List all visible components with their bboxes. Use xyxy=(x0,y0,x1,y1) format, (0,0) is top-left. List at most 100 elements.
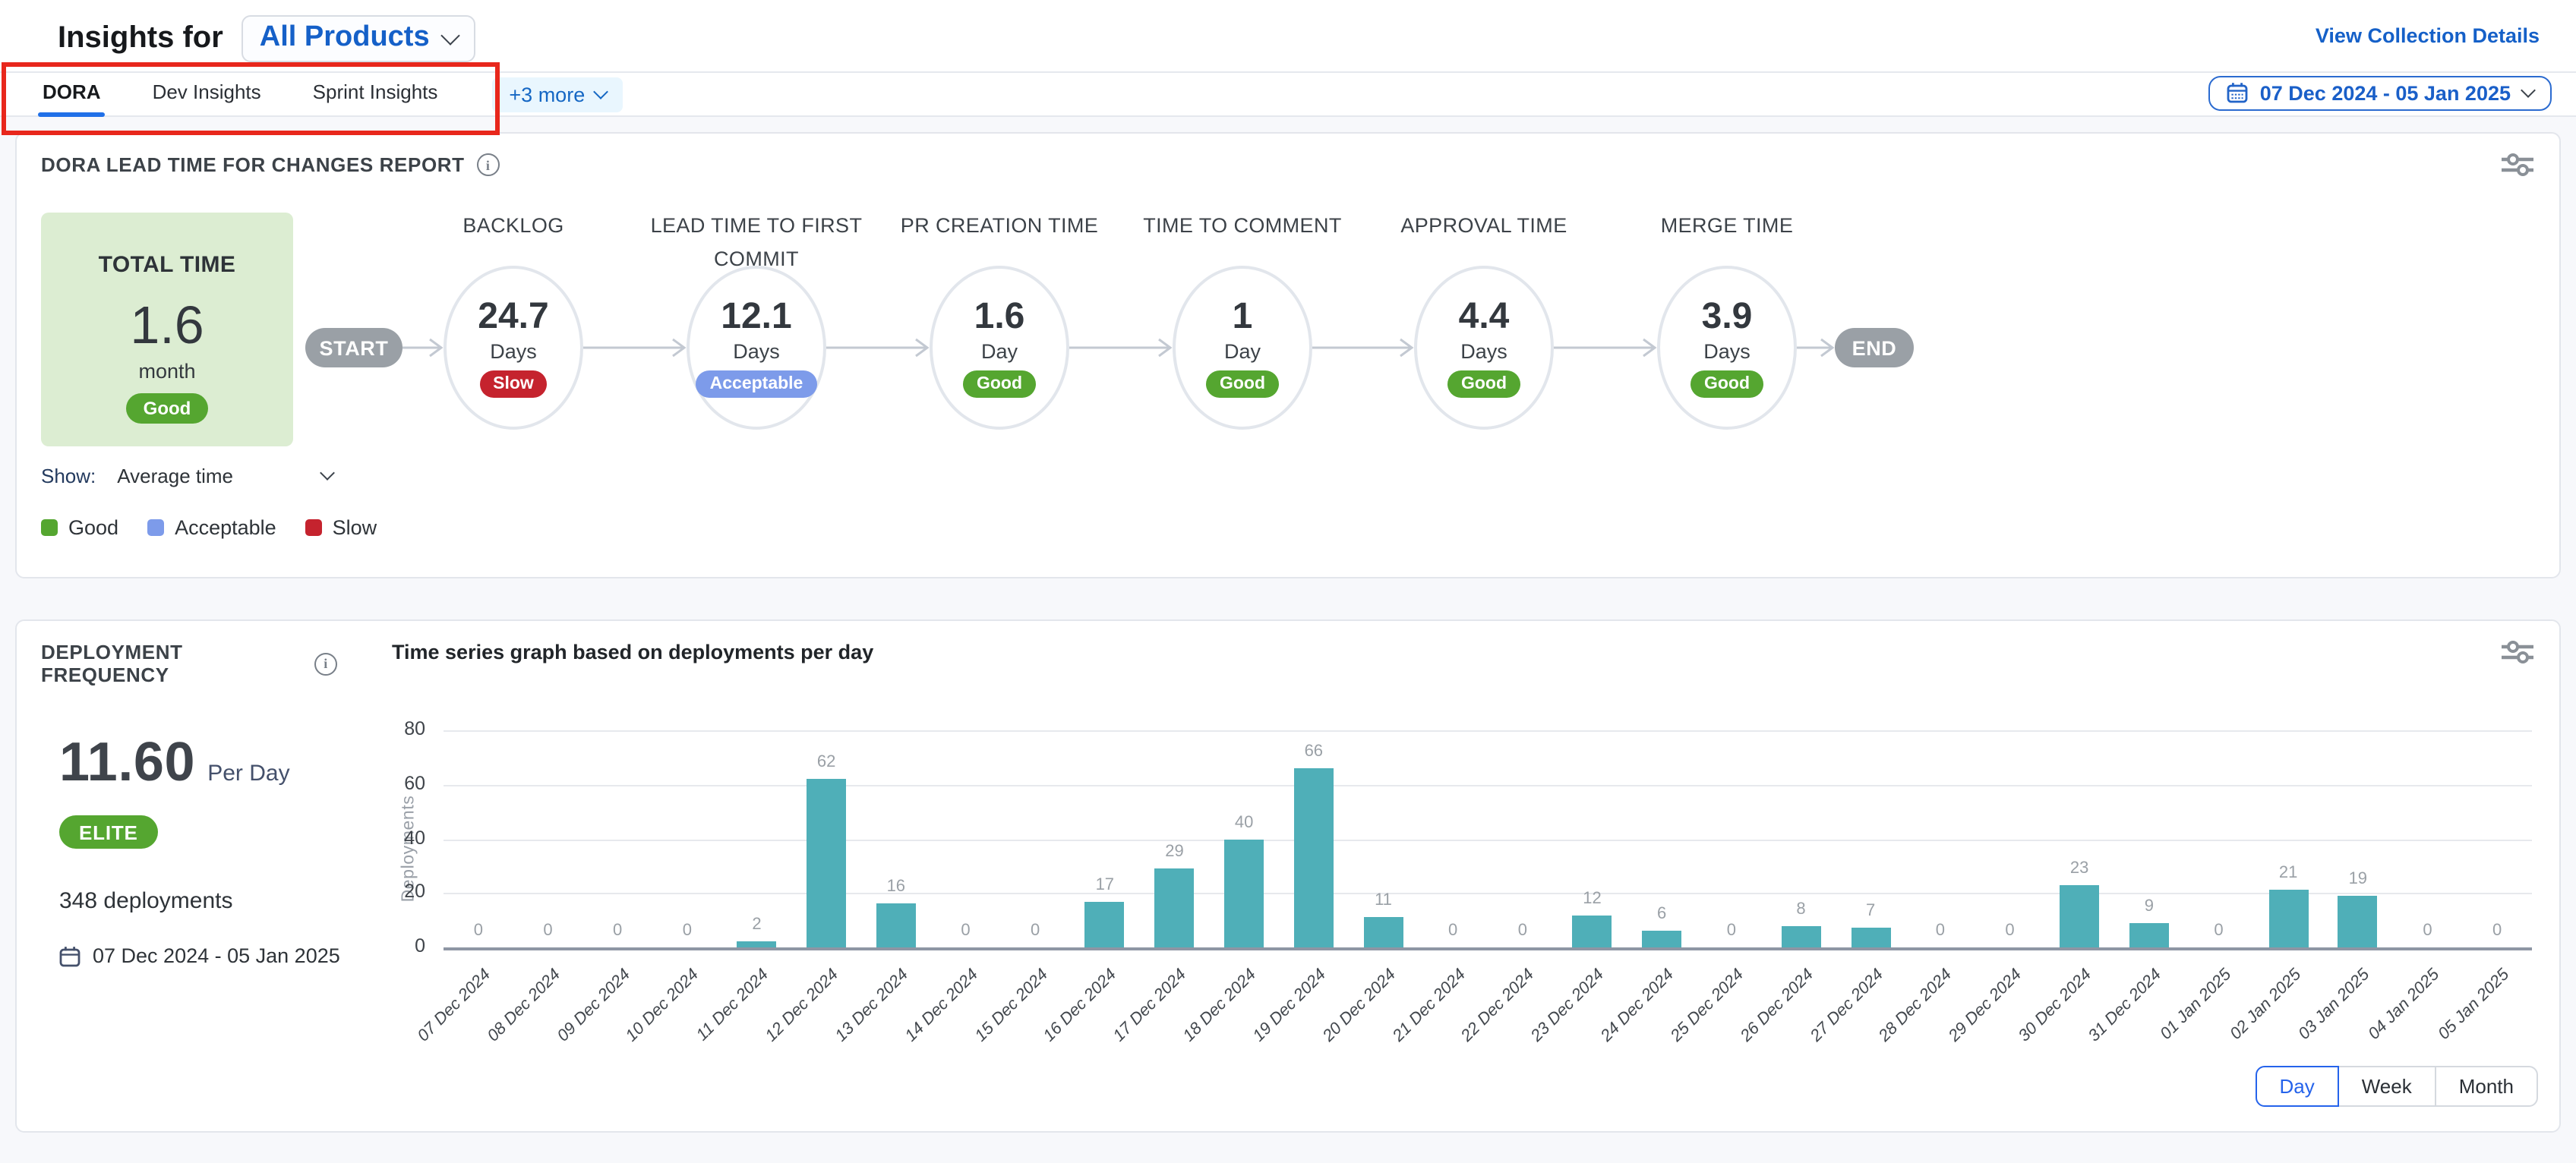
stage-value: 12.1 xyxy=(721,298,791,338)
bar-value-label: 66 xyxy=(1280,742,1347,761)
stage-unit: Days xyxy=(490,339,537,362)
bar-value-label: 2 xyxy=(724,916,791,934)
stage-circle-lead-time-to-first-commit[interactable]: 12.1DaysAcceptable xyxy=(687,266,826,430)
stage-circle-approval-time[interactable]: 4.4DaysGood xyxy=(1414,266,1554,430)
deployment-count: 348 deployments xyxy=(59,888,363,914)
stage-status-badge: Good xyxy=(1206,370,1279,398)
deployment-bar xyxy=(1085,901,1125,947)
lead-time-title-text: DORA LEAD TIME FOR CHANGES REPORT xyxy=(41,153,465,176)
y-axis-tick: 0 xyxy=(358,935,425,957)
bar-value-label: 0 xyxy=(1489,922,1556,940)
bar-value-label: 0 xyxy=(1977,922,2044,940)
page-title: Insights for xyxy=(58,21,223,56)
deployment-bar xyxy=(2129,923,2169,947)
bar-value-label: 0 xyxy=(584,922,651,940)
chart-title: Time series graph based on deployments p… xyxy=(392,641,2502,663)
stage-title: APPROVAL TIME xyxy=(1347,210,1621,243)
flow-arrow xyxy=(1069,336,1173,360)
granularity-month-button[interactable]: Month xyxy=(2435,1066,2538,1107)
flow-arrow xyxy=(826,336,930,360)
bar-value-label: 23 xyxy=(2046,859,2113,878)
legend-swatch xyxy=(147,519,164,536)
bar-value-label: 0 xyxy=(933,922,999,940)
stage-title: MERGE TIME xyxy=(1590,210,1864,243)
bar-value-label: 0 xyxy=(2464,922,2530,940)
legend-item-slow: Slow xyxy=(305,516,377,539)
chevron-down-icon xyxy=(440,25,459,44)
sliders-icon[interactable] xyxy=(2502,641,2535,663)
stage-value: 3.9 xyxy=(1702,298,1753,338)
deployment-frequency-title-text: DEPLOYMENT FREQUENCY xyxy=(41,641,302,686)
total-time-unit: month xyxy=(138,360,195,383)
deployment-bar xyxy=(1155,868,1195,947)
legend-item-acceptable: Acceptable xyxy=(147,516,276,539)
top-bar: Insights for All Products View Collectio… xyxy=(0,0,2576,73)
info-icon[interactable]: i xyxy=(314,652,337,675)
total-time-label: TOTAL TIME xyxy=(99,252,236,278)
bar-value-label: 0 xyxy=(1002,922,1069,940)
deployment-bar xyxy=(737,942,777,947)
granularity-week-button[interactable]: Week xyxy=(2338,1066,2436,1107)
gridline xyxy=(444,730,2532,732)
gridline xyxy=(444,785,2532,786)
date-range-picker[interactable]: 07 Dec 2024 - 05 Jan 2025 xyxy=(2208,75,2552,110)
total-time-status-badge: Good xyxy=(127,393,208,424)
show-metric-dropdown[interactable]: Show: Average time xyxy=(41,465,332,487)
deployment-frequency-card: DEPLOYMENT FREQUENCY i Time series graph… xyxy=(15,619,2561,1133)
status-legend: Good Acceptable Slow xyxy=(41,516,377,539)
tab-list: DORA Dev Insights Sprint Insights +3 more xyxy=(43,73,623,115)
stage-circle-pr-creation-time[interactable]: 1.6DayGood xyxy=(930,266,1069,430)
elite-tier-badge: ELITE xyxy=(59,815,158,849)
tab-dev-insights[interactable]: Dev Insights xyxy=(153,77,261,112)
view-collection-details-link[interactable]: View Collection Details xyxy=(2316,24,2540,47)
stage-unit: Day xyxy=(1224,339,1261,362)
deployment-bar xyxy=(876,904,916,947)
more-tabs-button[interactable]: +3 more xyxy=(492,77,623,112)
flow-arrow xyxy=(1312,336,1414,360)
bar-value-label: 16 xyxy=(863,878,930,897)
legend-item-good: Good xyxy=(41,516,118,539)
deployment-stats: 11.60 Per Day ELITE 348 deployments 07 D… xyxy=(59,730,363,967)
info-icon[interactable]: i xyxy=(477,153,500,176)
bar-value-label: 11 xyxy=(1350,892,1417,910)
stage-unit: Days xyxy=(733,339,780,362)
stage-circle-backlog[interactable]: 24.7DaysSlow xyxy=(444,266,583,430)
calendar-icon xyxy=(2227,82,2248,103)
total-time-card: TOTAL TIME 1.6 month Good xyxy=(41,213,293,446)
stage-value: 1 xyxy=(1233,298,1253,338)
show-label: Show: xyxy=(41,465,96,487)
deployment-bar xyxy=(807,779,846,947)
y-axis-tick: 80 xyxy=(358,718,425,739)
legend-label: Good xyxy=(68,516,118,539)
granularity-day-button[interactable]: Day xyxy=(2255,1066,2338,1107)
product-selector-value: All Products xyxy=(260,21,430,55)
flow-arrow xyxy=(1554,336,1657,360)
deployment-frequency-title: DEPLOYMENT FREQUENCY i xyxy=(41,641,337,686)
granularity-toggle: DayWeekMonth xyxy=(2255,1066,2538,1107)
stage-circle-merge-time[interactable]: 3.9DaysGood xyxy=(1657,266,1797,430)
lead-time-flow-diagram: STARTENDBACKLOG24.7DaysSlowLEAD TIME TO … xyxy=(305,188,2006,455)
product-selector[interactable]: All Products xyxy=(242,15,475,62)
deployment-bar xyxy=(2060,885,2099,947)
bar-value-label: 19 xyxy=(2325,870,2391,888)
x-axis-line xyxy=(444,947,2532,950)
bar-value-label: 0 xyxy=(2186,922,2252,940)
stage-value: 24.7 xyxy=(478,298,548,338)
bar-value-label: 6 xyxy=(1628,906,1695,924)
tab-dora[interactable]: DORA xyxy=(43,77,101,112)
flow-arrow xyxy=(1797,336,1835,360)
deployment-bar xyxy=(2338,896,2378,947)
flow-arrow xyxy=(583,336,687,360)
stage-unit: Days xyxy=(1460,339,1507,362)
flow-start-pill: START xyxy=(305,328,402,367)
bar-value-label: 0 xyxy=(654,922,721,940)
legend-label: Slow xyxy=(333,516,377,539)
stage-circle-time-to-comment[interactable]: 1Day Good xyxy=(1173,266,1312,430)
bar-value-label: 8 xyxy=(1768,900,1835,918)
stage-status-badge: Good xyxy=(1690,370,1763,398)
deployments-bar-chart: Deployments 020406080007 Dec 2024008 Dec… xyxy=(358,706,2538,1067)
tab-sprint-insights[interactable]: Sprint Insights xyxy=(313,77,438,112)
sliders-icon[interactable] xyxy=(2502,153,2535,176)
deployment-bar xyxy=(1224,839,1264,947)
stage-status-badge: Good xyxy=(963,370,1036,398)
